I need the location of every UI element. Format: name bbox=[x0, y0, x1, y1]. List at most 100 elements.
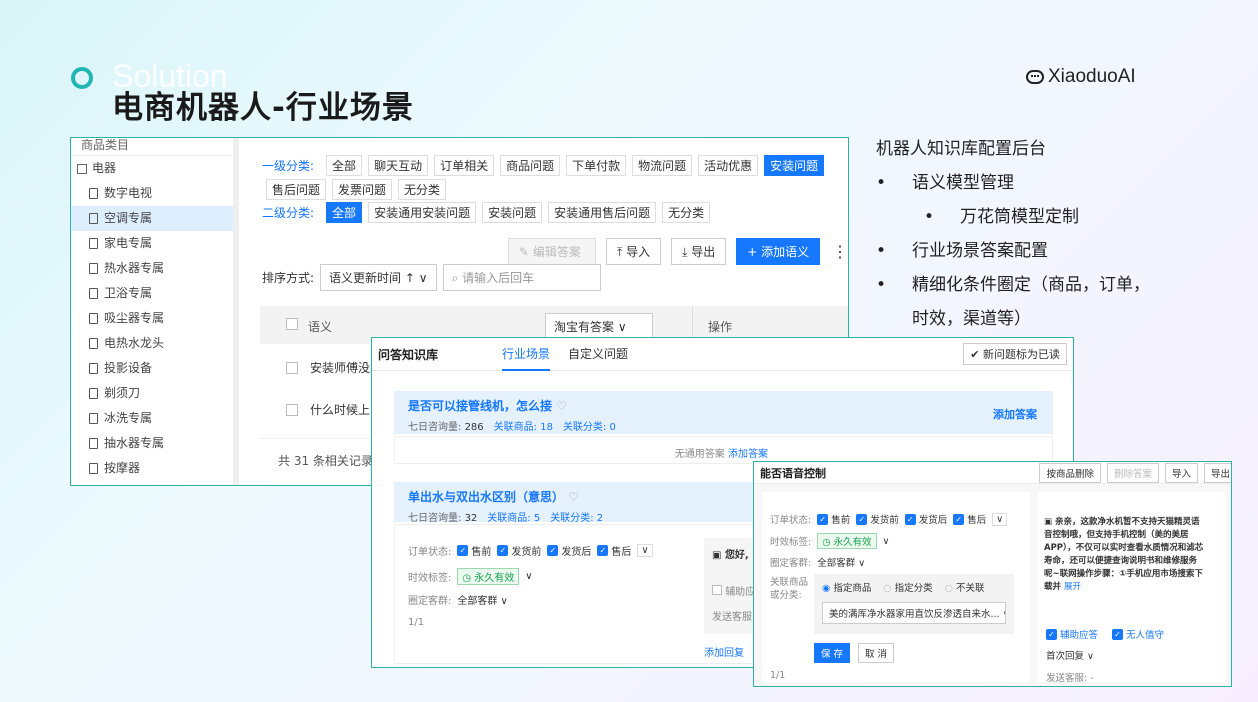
select-all-checkbox[interactable] bbox=[286, 318, 298, 330]
order-state-checkbox[interactable]: ✓ 售后 bbox=[597, 543, 631, 558]
tree-item[interactable]: 冰洗专属 bbox=[71, 406, 238, 431]
tree-item[interactable]: 电热水龙头 bbox=[71, 331, 238, 356]
filter-tag[interactable]: 下单付款 bbox=[566, 155, 627, 176]
check-icon: ✓ bbox=[597, 545, 609, 556]
sort-label: 排序方式: bbox=[262, 271, 315, 285]
unmanned-checkbox[interactable]: ✓ 无人值守 bbox=[1112, 627, 1164, 641]
tab-industry[interactable]: 行业场景 bbox=[502, 338, 551, 371]
document-icon bbox=[89, 288, 98, 299]
import-button[interactable]: 导入 bbox=[1164, 462, 1198, 483]
tree-item[interactable]: 吸尘器专属 bbox=[71, 306, 238, 331]
pin-icon[interactable]: ♡ bbox=[568, 490, 579, 504]
more-icon[interactable]: ⋮ bbox=[832, 242, 848, 261]
product-select[interactable]: 美的满厍净水器家用直饮反渗透自来水... ∨ bbox=[822, 602, 1006, 624]
customer-select[interactable]: 全部客群 ∨ bbox=[457, 592, 508, 607]
save-button[interactable]: 保 存 bbox=[814, 643, 851, 663]
order-state-checkbox[interactable]: ✓ 发货前 bbox=[856, 512, 899, 526]
tree-item-label: 按摩器 bbox=[104, 461, 141, 475]
tree-item[interactable]: 剃须刀 bbox=[71, 381, 238, 406]
edit-answer-button[interactable]: ✎ 编辑答案 bbox=[508, 238, 596, 265]
time-tag[interactable]: ◷ 永久有效 bbox=[817, 533, 877, 549]
tree-item[interactable]: 热水器专属 bbox=[71, 256, 238, 281]
filter-tag[interactable]: 聊天互动 bbox=[368, 155, 429, 176]
time-tag[interactable]: ◷ 永久有效 bbox=[457, 568, 520, 585]
expand-link[interactable]: 展开 bbox=[1064, 582, 1081, 592]
page-indicator: 1/1 bbox=[408, 617, 425, 628]
radio-none[interactable]: ○ 不关联 bbox=[945, 580, 985, 594]
mark-read-button[interactable]: ✔ 新问题标为已读 bbox=[963, 343, 1067, 365]
tree-item[interactable]: 空调专属 bbox=[71, 206, 238, 231]
tree-item[interactable]: 投影设备 bbox=[71, 356, 238, 381]
tree-item[interactable]: 卫浴专属 bbox=[71, 281, 238, 306]
answer-edit-window: 能否语音控制 按商品删除 删除答案 导入 导出 订单状态: ✓ 售前 ✓ 发货前 ✓ 发货后… bbox=[753, 461, 1232, 687]
add-answer-button[interactable]: 添加答案 bbox=[993, 406, 1037, 422]
add-semantic-button[interactable]: + 添加语义 bbox=[736, 238, 821, 265]
tree-item[interactable]: 家电专属 bbox=[71, 231, 238, 256]
order-state-checkbox[interactable]: ✓ 售后 bbox=[953, 512, 986, 526]
cat1-label: 一级分类: bbox=[262, 159, 315, 173]
filter-tag[interactable]: 全部 bbox=[326, 155, 363, 176]
tree-scrollbar[interactable] bbox=[233, 138, 239, 485]
order-label: 订单状态: bbox=[408, 547, 452, 558]
filter-tag[interactable]: 无分类 bbox=[662, 202, 711, 223]
delete-answer-button[interactable]: 删除答案 bbox=[1106, 462, 1159, 483]
first-reply-select[interactable]: 首次回复 ∨ bbox=[1046, 648, 1094, 662]
filter-tag[interactable]: 商品问题 bbox=[500, 155, 561, 176]
document-icon bbox=[89, 463, 98, 474]
cancel-button[interactable]: 取 消 bbox=[858, 643, 895, 663]
tree-item-label: 吸尘器专属 bbox=[104, 311, 165, 325]
radio-specified-category[interactable]: ○ 指定分类 bbox=[883, 580, 932, 594]
order-state-checkbox[interactable]: ✓ 发货后 bbox=[904, 512, 947, 526]
order-state-checkbox[interactable]: ✓ 发货前 bbox=[497, 543, 541, 558]
customer-select[interactable]: 全部客群 ∨ bbox=[817, 555, 865, 569]
filter-tag[interactable]: 安装问题 bbox=[482, 202, 543, 223]
order-state-checkbox[interactable]: ✓ 售前 bbox=[457, 543, 491, 558]
order-state-label: 售后 bbox=[967, 515, 987, 526]
filter-tag[interactable]: 活动优惠 bbox=[698, 155, 759, 176]
tree-item[interactable]: 抽水器专属 bbox=[71, 431, 238, 456]
filter-tag[interactable]: 订单相关 bbox=[434, 155, 495, 176]
filter-tag[interactable]: 安装通用安装问题 bbox=[368, 202, 477, 223]
search-input[interactable]: ⌕ 请输入后回车 bbox=[442, 264, 601, 291]
order-state-checkbox[interactable]: ✓ 发货后 bbox=[547, 543, 591, 558]
order-state-checkbox[interactable]: ✓ 售前 bbox=[817, 512, 850, 526]
tree-item[interactable]: 按摩器 bbox=[71, 456, 238, 481]
tree-item-label: 投影设备 bbox=[104, 361, 153, 375]
note-item-cont: 时效，渠道等） bbox=[912, 309, 1031, 329]
dropdown-icon[interactable]: ∨ bbox=[992, 512, 1008, 526]
document-icon bbox=[89, 213, 98, 224]
answer-filter-select[interactable]: 淘宝有答案 ∨ bbox=[545, 313, 653, 340]
document-icon bbox=[89, 238, 98, 249]
sort-select[interactable]: 语义更新时间 ↑ ∨ bbox=[320, 264, 437, 291]
tree-root[interactable]: 电器 bbox=[71, 156, 238, 181]
qa-item[interactable]: 是否可以接管线机，怎么接 ♡ 七日咨询量: 286 关联商品: 18 关联分类: 0… bbox=[394, 391, 1053, 434]
filter-tag[interactable]: 全部 bbox=[326, 202, 363, 223]
row-checkbox[interactable] bbox=[286, 403, 298, 416]
pin-icon[interactable]: ♡ bbox=[556, 399, 567, 413]
tab-custom[interactable]: 自定义问题 bbox=[568, 338, 628, 371]
table-row[interactable]: 安装师傅没来 bbox=[286, 359, 382, 376]
filter-tag[interactable]: 售后问题 bbox=[266, 179, 327, 200]
filter-tag[interactable]: 安装问题 bbox=[764, 155, 825, 176]
filter-tag[interactable]: 安装通用售后问题 bbox=[548, 202, 657, 223]
radio-specified-product[interactable]: ◉ 指定商品 bbox=[822, 580, 871, 594]
filter-tag[interactable]: 物流问题 bbox=[632, 155, 693, 176]
export-button[interactable]: ⤓ 导出 bbox=[671, 238, 727, 265]
add-answer-link[interactable]: 添加答案 bbox=[728, 449, 768, 460]
export-button[interactable]: 导出 bbox=[1203, 462, 1231, 483]
note-item: 精细化条件圈定（商品，订单， bbox=[876, 268, 1216, 302]
tree-item-label: 电热水龙头 bbox=[104, 336, 165, 350]
tree-item[interactable]: 数字电视 bbox=[71, 181, 238, 206]
import-button[interactable]: ⤒ 导入 bbox=[606, 238, 662, 265]
assist-checkbox[interactable]: ✓ 辅助应答 bbox=[1046, 627, 1098, 641]
dropdown-icon[interactable]: ∨ bbox=[637, 544, 653, 557]
table-row[interactable]: 什么时候上门 bbox=[286, 401, 382, 418]
check-icon: ✓ bbox=[904, 513, 916, 525]
filter-tag[interactable]: 发票问题 bbox=[332, 179, 393, 200]
row-checkbox[interactable] bbox=[286, 361, 298, 374]
note-item: 行业场景答案配置 bbox=[876, 234, 1216, 268]
delete-by-product-button[interactable]: 按商品删除 bbox=[1039, 462, 1101, 483]
filter-tag[interactable]: 无分类 bbox=[398, 179, 447, 200]
add-reply-link[interactable]: 添加回复 bbox=[704, 644, 744, 659]
collapse-icon[interactable] bbox=[77, 163, 87, 174]
